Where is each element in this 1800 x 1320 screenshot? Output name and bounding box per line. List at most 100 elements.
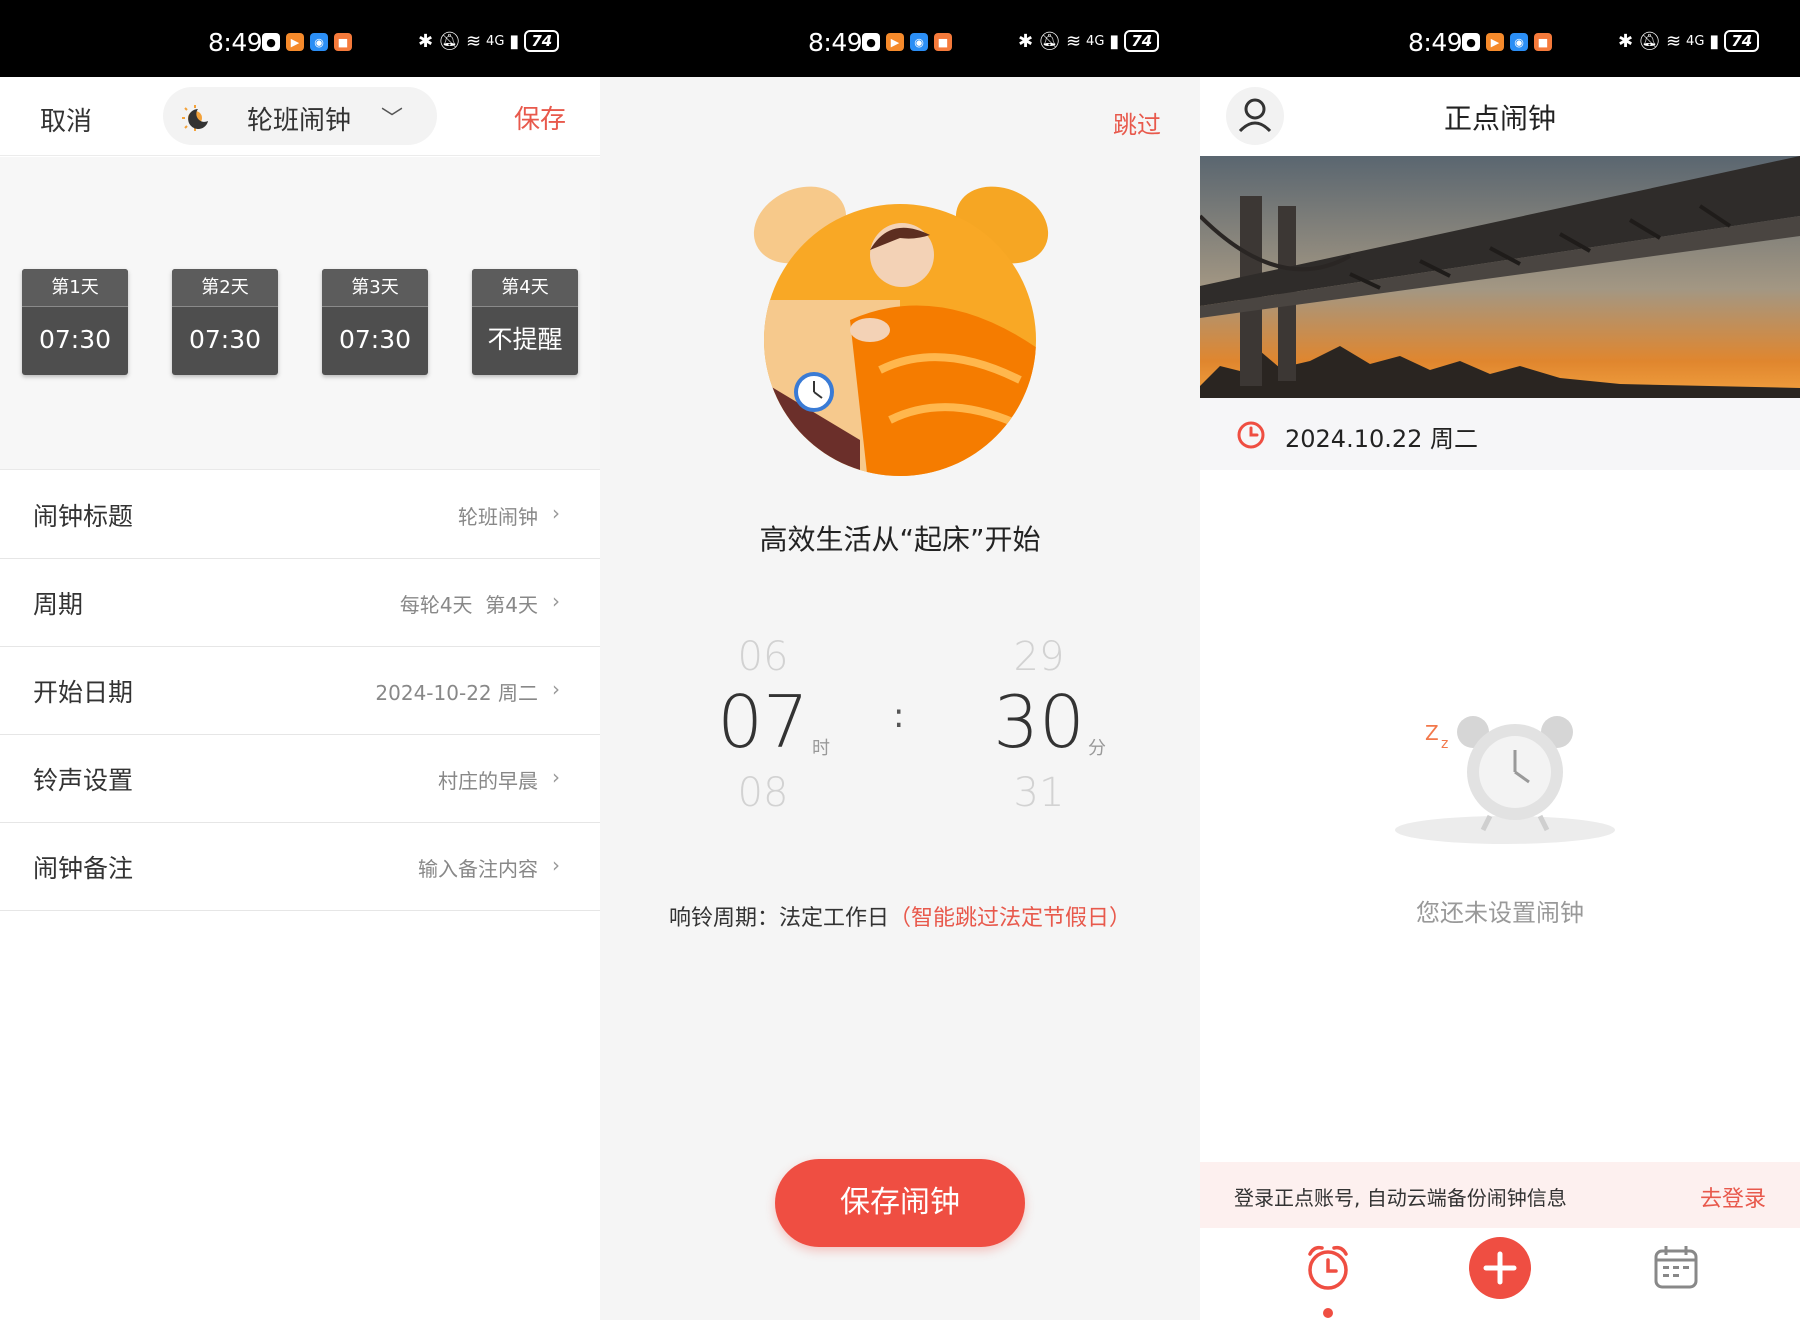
browser-icon: ◉ [310, 33, 328, 51]
bridge-banner-image[interactable] [1200, 156, 1800, 398]
day-tile-2[interactable]: 第2天 07:30 [172, 269, 278, 375]
setting-note[interactable]: 闹钟备注 输入备注内容 › [0, 823, 600, 911]
hour-prev: 06 [737, 634, 789, 680]
day-time: 07:30 [38, 325, 112, 354]
cancel-button[interactable]: 取消 [40, 101, 92, 138]
wifi-icon: ≋ [1665, 30, 1682, 52]
battery-icon: 74 [1724, 30, 1760, 52]
signal-icon: ▮ [1709, 30, 1720, 52]
day-tile-1[interactable]: 第1天 07:30 [22, 269, 128, 375]
svg-text:Z: Z [1425, 721, 1439, 745]
day-label: 第2天 [172, 269, 278, 307]
sun-moon-icon [182, 105, 208, 131]
sleeping-clock-icon: Z z [1395, 716, 1615, 844]
edit-header: 取消 轮班闹钟 ﹀ 保存 [0, 77, 600, 156]
notification-icons: ● ▶ ◉ ■ [262, 33, 352, 51]
bluetooth-icon: ✱ [1618, 30, 1634, 52]
day-tile-3[interactable]: 第3天 07:30 [322, 269, 428, 375]
notification-icons: ● ▶ ◉ ■ [862, 33, 952, 51]
chevron-down-icon: ﹀ [381, 107, 404, 132]
video-icon: ▶ [286, 33, 304, 51]
slogan: 高效生活从“起床”开始 [759, 523, 1041, 556]
save-alarm-button[interactable]: 保存闹钟 [775, 1159, 1025, 1247]
mute-icon: 🔕︎ [1038, 30, 1061, 52]
qq-icon: ● [1462, 33, 1480, 51]
day-time: 不提醒 [487, 325, 563, 354]
bluetooth-icon: ✱ [418, 30, 434, 52]
setting-label: 开始日期 [33, 678, 134, 707]
alarm-clock-icon[interactable] [1304, 1242, 1352, 1294]
network-icon: 4G [1686, 33, 1705, 49]
svg-text:z: z [1441, 736, 1448, 752]
signal-icon: ▮ [1109, 30, 1120, 52]
mute-icon: 🔕︎ [438, 30, 461, 52]
day-label: 第3天 [322, 269, 428, 307]
minute-next: 31 [1013, 770, 1065, 816]
setting-value: 输入备注内容 [418, 857, 538, 881]
day-label: 第4天 [472, 269, 578, 307]
time-picker[interactable]: 06 07 08 时 : 29 30 31 分 [600, 630, 1200, 820]
login-banner: 登录正点账号, 自动云端备份闹钟信息 去登录 [1200, 1162, 1800, 1228]
alarm-type-selector[interactable]: 轮班闹钟 ﹀ [163, 87, 437, 145]
ring-cycle[interactable]: 响铃周期：法定工作日（智能跳过法定节假日） [600, 900, 1200, 932]
network-icon: 4G [1086, 33, 1105, 49]
browser-icon: ◉ [1510, 33, 1528, 51]
time-separator: : [893, 696, 905, 736]
minute-prev: 29 [1013, 634, 1065, 680]
chevron-right-icon: › [552, 765, 560, 789]
setting-label: 闹钟备注 [33, 854, 134, 883]
empty-state-text: 您还未设置闹钟 [1416, 899, 1584, 927]
setting-value: 每轮4天 第4天 [399, 593, 538, 617]
chevron-right-icon: › [552, 501, 560, 525]
setting-value: 轮班闹钟 [458, 505, 538, 529]
setting-ringtone[interactable]: 铃声设置 村庄的早晨 › [0, 735, 600, 823]
chevron-right-icon: › [552, 853, 560, 877]
setting-alarm-title[interactable]: 闹钟标题 轮班闹钟 › [0, 471, 600, 559]
status-bar: 8:49 ● ▶ ◉ ■ ✱ 🔕︎ ≋ 4G ▮ 74 [1200, 0, 1800, 77]
bottom-tab-bar [1200, 1228, 1800, 1320]
video-icon: ▶ [886, 33, 904, 51]
ring-cycle-note: （智能跳过法定节假日） [889, 906, 1132, 931]
day-label: 第1天 [22, 269, 128, 307]
home-header: 正点闹钟 [1200, 77, 1800, 156]
signal-icon: ▮ [509, 30, 520, 52]
game-icon: ■ [334, 33, 352, 51]
shift-days: 第1天 07:30 第2天 07:30 第3天 07:30 第4天 不提醒 [0, 157, 600, 470]
setting-label: 闹钟标题 [33, 502, 134, 531]
login-link[interactable]: 去登录 [1700, 1181, 1766, 1213]
network-icon: 4G [486, 33, 505, 49]
setting-label: 铃声设置 [33, 766, 134, 795]
status-bar: 8:49 ● ▶ ◉ ■ ✱ 🔕︎ ≋ 4G ▮ 74 [0, 0, 600, 77]
setting-cycle[interactable]: 周期 每轮4天 第4天 › [0, 559, 600, 647]
skip-button[interactable]: 跳过 [1113, 105, 1161, 140]
status-time: 8:49 [1408, 28, 1463, 57]
calendar-icon[interactable] [1652, 1244, 1700, 1290]
wifi-icon: ≋ [465, 30, 482, 52]
game-icon: ■ [1534, 33, 1552, 51]
video-icon: ▶ [1486, 33, 1504, 51]
qq-icon: ● [262, 33, 280, 51]
add-icon[interactable] [1468, 1236, 1532, 1300]
hour-selected: 07 [717, 680, 809, 764]
setting-value: 2024-10-22 周二 [375, 681, 538, 705]
setting-start-date[interactable]: 开始日期 2024-10-22 周二 › [0, 647, 600, 735]
game-icon: ■ [934, 33, 952, 51]
qq-icon: ● [862, 33, 880, 51]
wake-setup-screen: 8:49 ● ▶ ◉ ■ ✱ 🔕︎ ≋ 4G ▮ 74 跳过 高效生活从“起床”… [600, 0, 1200, 1320]
battery-icon: 74 [524, 30, 560, 52]
setting-value: 村庄的早晨 [438, 769, 538, 793]
notification-icons: ● ▶ ◉ ■ [1462, 33, 1552, 51]
sleeping-alarm-illustration [753, 186, 1049, 476]
settings-list: 闹钟标题 轮班闹钟 › 周期 每轮4天 第4天 › 开始日期 2024-10-2… [0, 471, 600, 911]
chevron-right-icon: › [552, 589, 560, 613]
browser-icon: ◉ [910, 33, 928, 51]
day-tile-4[interactable]: 第4天 不提醒 [472, 269, 578, 375]
status-indicators: ✱ 🔕︎ ≋ 4G ▮ 74 [1618, 30, 1760, 52]
edit-alarm-screen: 8:49 ● ▶ ◉ ■ ✱ 🔕︎ ≋ 4G ▮ 74 取消 轮班闹钟 ﹀ 保存… [0, 0, 600, 1320]
save-button[interactable]: 保存 [514, 99, 566, 136]
app-screens: 8:49 ● ▶ ◉ ■ ✱ 🔕︎ ≋ 4G ▮ 74 取消 轮班闹钟 ﹀ 保存… [0, 0, 1800, 1320]
wifi-icon: ≋ [1065, 30, 1082, 52]
clock-icon [1237, 421, 1265, 449]
status-time: 8:49 [808, 28, 863, 57]
status-bar: 8:49 ● ▶ ◉ ■ ✱ 🔕︎ ≋ 4G ▮ 74 [600, 0, 1200, 77]
